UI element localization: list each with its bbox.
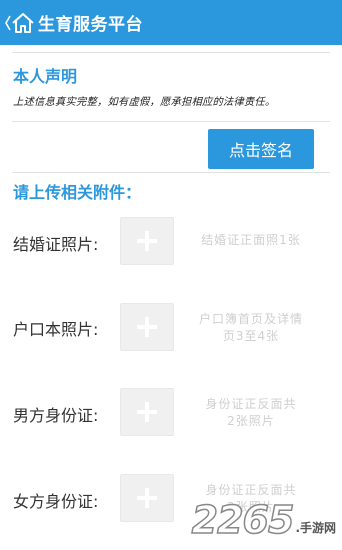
plus-icon [137, 317, 157, 337]
divider [12, 121, 330, 122]
hint-line: 身份证正反面共 [205, 483, 297, 497]
declaration-title: 本人声明 [13, 67, 78, 86]
divider [12, 52, 330, 53]
declaration-text: 上述信息真实完整，如有虚假，愿承担相应的法律责任。 [13, 96, 276, 108]
female-id-label: 女方身份证: [13, 492, 99, 511]
male-id-label: 男方身份证: [13, 406, 99, 425]
female-id-upload-button[interactable] [120, 474, 174, 522]
hint-line: 2张照片 [227, 414, 275, 428]
marriage-cert-label: 结婚证照片: [13, 235, 99, 254]
back-button[interactable] [0, 0, 38, 45]
watermark-number: 2265 [191, 498, 295, 542]
sign-button[interactable]: 点击签名 [208, 129, 314, 169]
male-id-upload-button[interactable] [120, 388, 174, 436]
divider [12, 172, 330, 173]
plus-icon [137, 488, 157, 508]
top-bar: 生育服务平台 [0, 0, 342, 45]
watermark-text: .手游网 [295, 521, 336, 535]
household-register-label: 户口本照片: [13, 320, 99, 339]
hint-line: 户口簿首页及详情 [198, 312, 303, 326]
hint-line: 结婚证正面照1张 [201, 233, 301, 247]
marriage-cert-hint: 结婚证正面照1张 [184, 232, 318, 249]
home-back-icon [5, 12, 34, 33]
marriage-cert-upload-button[interactable] [120, 217, 174, 265]
male-id-hint: 身份证正反面共 2张照片 [184, 396, 318, 430]
attachments-title: 请上传相关附件： [13, 183, 142, 202]
household-register-upload-button[interactable] [120, 303, 174, 351]
household-register-hint: 户口簿首页及详情 页3至4张 [184, 311, 318, 345]
plus-icon [137, 231, 157, 251]
watermark: 2265 .手游网 [191, 498, 336, 542]
hint-line: 页3至4张 [222, 329, 280, 343]
plus-icon [137, 402, 157, 422]
hint-line: 身份证正反面共 [205, 397, 297, 411]
page-title: 生育服务平台 [38, 15, 143, 35]
